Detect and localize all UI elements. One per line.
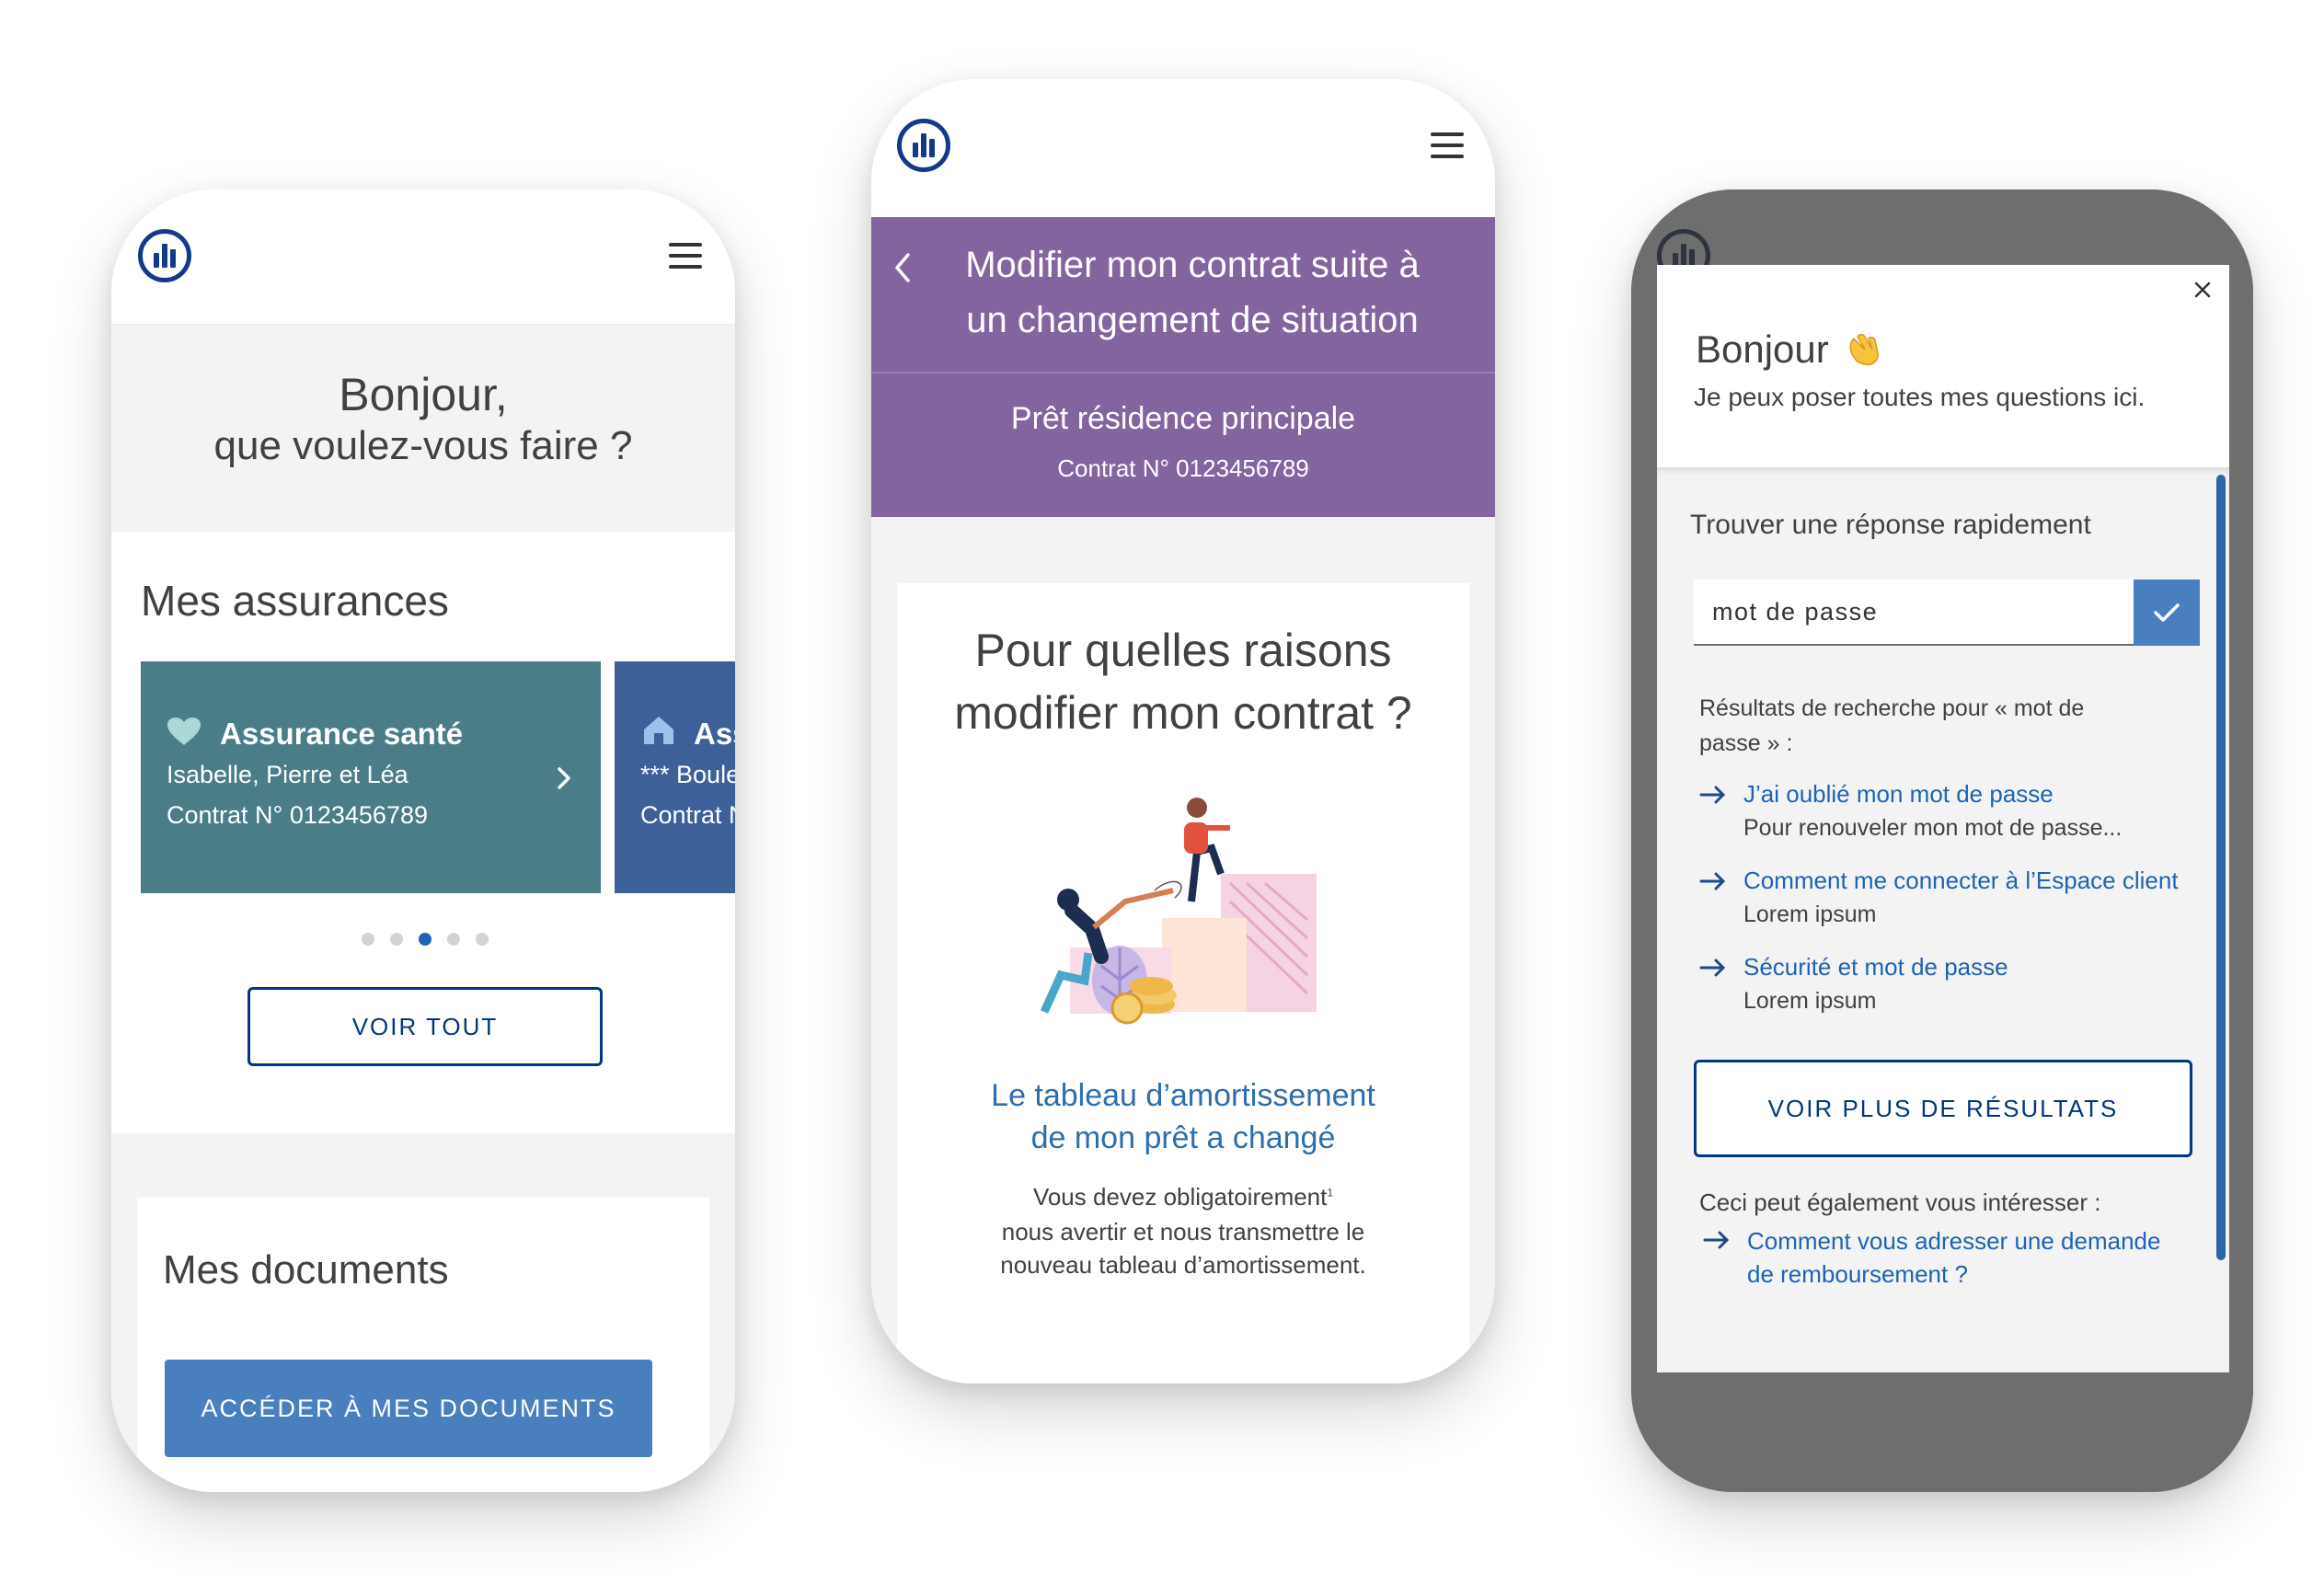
result-title[interactable]: Comment me connecter à l’Espace client bbox=[1743, 867, 2179, 895]
greeting-line1: Bonjour, bbox=[339, 369, 508, 420]
reason-title-line1[interactable]: Le tableau d’amortissement bbox=[897, 1078, 1469, 1114]
allianz-logo[interactable] bbox=[897, 119, 950, 172]
card-contract: Contrat N° 0123456789 bbox=[640, 801, 735, 829]
search-submit-button[interactable] bbox=[2134, 580, 2200, 646]
question-line1: Pour quelles raisons bbox=[974, 625, 1392, 676]
footnote-marker[interactable]: 1 bbox=[1327, 1186, 1333, 1199]
carousel-dot-active[interactable] bbox=[419, 933, 431, 946]
page-title-line2: un changement de situation bbox=[966, 300, 1419, 340]
result-subtitle: Lorem ipsum bbox=[1743, 901, 1877, 927]
content-background: Pour quelles raisons modifier mon contra… bbox=[871, 517, 1495, 1384]
also-link-line2[interactable]: de remboursement ? bbox=[1747, 1260, 1968, 1289]
phone-home-screen: Bonjour, que voulez-vous faire ? Mes ass… bbox=[111, 189, 735, 1492]
chat-subtitle: Je peux poser toutes mes questions ici. bbox=[1694, 383, 2146, 411]
arrow-right-icon bbox=[1703, 1231, 1731, 1254]
loan-title: Prêt résidence principale bbox=[1010, 401, 1356, 436]
card-contract: Contrat N° 0123456789 bbox=[167, 801, 429, 829]
documents-button[interactable]: ACCÉDER À MES DOCUMENTS bbox=[165, 1360, 652, 1457]
arrow-right-icon bbox=[1699, 959, 1727, 982]
waving-hand-icon bbox=[1845, 329, 1881, 375]
insurance-card-home[interactable]: Assurance habitation *** Boulevard Contr… bbox=[615, 661, 735, 893]
greeting-line2: que voulez-vous faire ? bbox=[213, 423, 633, 468]
greeting-section: Bonjour, que voulez-vous faire ? bbox=[111, 326, 735, 532]
reason-text-line2: nous avertir et nous transmettre le bbox=[1001, 1218, 1365, 1246]
also-interest-link[interactable]: Comment vous adresser une demande de rem… bbox=[1703, 1227, 2218, 1301]
search-title: Trouver une réponse rapidement bbox=[1690, 510, 2091, 540]
house-icon bbox=[640, 713, 677, 751]
reason-title-line2[interactable]: de mon prêt a changé bbox=[897, 1120, 1469, 1156]
also-link-line1[interactable]: Comment vous adresser une demande bbox=[1747, 1227, 2160, 1256]
carousel-dot[interactable] bbox=[447, 933, 460, 946]
insurances-title: Mes assurances bbox=[141, 577, 449, 625]
arrow-right-icon bbox=[1699, 872, 1727, 895]
insurance-card-health[interactable]: Assurance santé Isabelle, Pierre et Léa … bbox=[141, 661, 601, 893]
documents-title: Mes documents bbox=[163, 1247, 449, 1292]
app-header bbox=[871, 79, 1495, 215]
reason-text-line3: nouveau tableau d’amortissement. bbox=[1000, 1251, 1366, 1279]
carousel-dot[interactable] bbox=[390, 933, 403, 946]
carousel-dot[interactable] bbox=[476, 933, 489, 946]
chevron-right-icon bbox=[557, 766, 571, 795]
carousel-dot[interactable] bbox=[362, 933, 374, 946]
results-heading-line1: Résultats de recherche pour « mot de bbox=[1699, 695, 2085, 721]
chat-panel: Bonjour Je peux poser toutes mes questio… bbox=[1657, 265, 2229, 1372]
phone-contract-screen: Modifier mon contrat suite à un changeme… bbox=[871, 79, 1495, 1384]
allianz-logo[interactable] bbox=[138, 229, 191, 282]
more-results-button[interactable]: VOIR PLUS DE RÉSULTATS bbox=[1694, 1060, 2192, 1157]
result-item[interactable]: Comment me connecter à l’Espace client L… bbox=[1699, 867, 2224, 940]
menu-icon[interactable] bbox=[1431, 132, 1464, 158]
loan-contract: Contrat N° 0123456789 bbox=[1057, 454, 1309, 482]
reason-text-line1: Vous devez obligatoirement1 bbox=[897, 1183, 1469, 1211]
reason-text: Vous devez obligatoirement bbox=[1032, 1183, 1328, 1211]
card-title: Assurance habitation bbox=[694, 717, 735, 751]
page-title-line1: Modifier mon contrat suite à bbox=[965, 245, 1420, 285]
result-subtitle: Lorem ipsum bbox=[1743, 988, 1877, 1014]
app-header bbox=[111, 189, 735, 326]
heart-icon bbox=[167, 717, 201, 746]
greeting-text: Bonjour bbox=[1696, 327, 1829, 371]
card-persons: Isabelle, Pierre et Léa bbox=[167, 761, 408, 788]
loan-header: Prêt résidence principale Contrat N° 012… bbox=[871, 373, 1495, 517]
menu-icon[interactable] bbox=[669, 243, 702, 269]
see-all-button[interactable]: VOIR TOUT bbox=[247, 987, 603, 1066]
results-heading-line2: passe » : bbox=[1699, 730, 1793, 756]
checkmark-icon bbox=[2154, 603, 2180, 622]
page-header: Modifier mon contrat suite à un changeme… bbox=[871, 217, 1495, 373]
chat-greeting: Bonjour bbox=[1696, 327, 1881, 375]
reason-card: Pour quelles raisons modifier mon contra… bbox=[897, 583, 1469, 1384]
result-title[interactable]: J’ai oublié mon mot de passe bbox=[1743, 780, 2054, 809]
arrow-right-icon bbox=[1699, 786, 1727, 809]
card-title: Assurance santé bbox=[220, 717, 464, 751]
illustration-image bbox=[1017, 791, 1339, 1039]
result-subtitle: Pour renouveler mon mot de passe... bbox=[1743, 815, 2123, 841]
also-interest-label: Ceci peut également vous intéresser : bbox=[1699, 1188, 2101, 1216]
carousel-dots bbox=[362, 933, 490, 946]
result-item[interactable]: Sécurité et mot de passe Lorem ipsum bbox=[1699, 953, 2224, 1027]
question-line2: modifier mon contrat ? bbox=[954, 687, 1412, 739]
result-title[interactable]: Sécurité et mot de passe bbox=[1743, 953, 2008, 982]
result-item[interactable]: J’ai oublié mon mot de passe Pour renouv… bbox=[1699, 780, 2224, 854]
chat-body: Trouver une réponse rapidement mot de pa… bbox=[1657, 467, 2229, 1372]
card-address: *** Boulevard bbox=[640, 761, 735, 788]
phone-chat-screen: Bonjour Je peux poser toutes mes questio… bbox=[1631, 189, 2253, 1492]
documents-card: Mes documents ACCÉDER À MES DOCUMENTS bbox=[137, 1198, 709, 1492]
documents-section: Mes documents ACCÉDER À MES DOCUMENTS bbox=[111, 1133, 735, 1492]
search-input[interactable]: mot de passe bbox=[1694, 580, 2134, 646]
close-icon[interactable] bbox=[2194, 281, 2211, 303]
